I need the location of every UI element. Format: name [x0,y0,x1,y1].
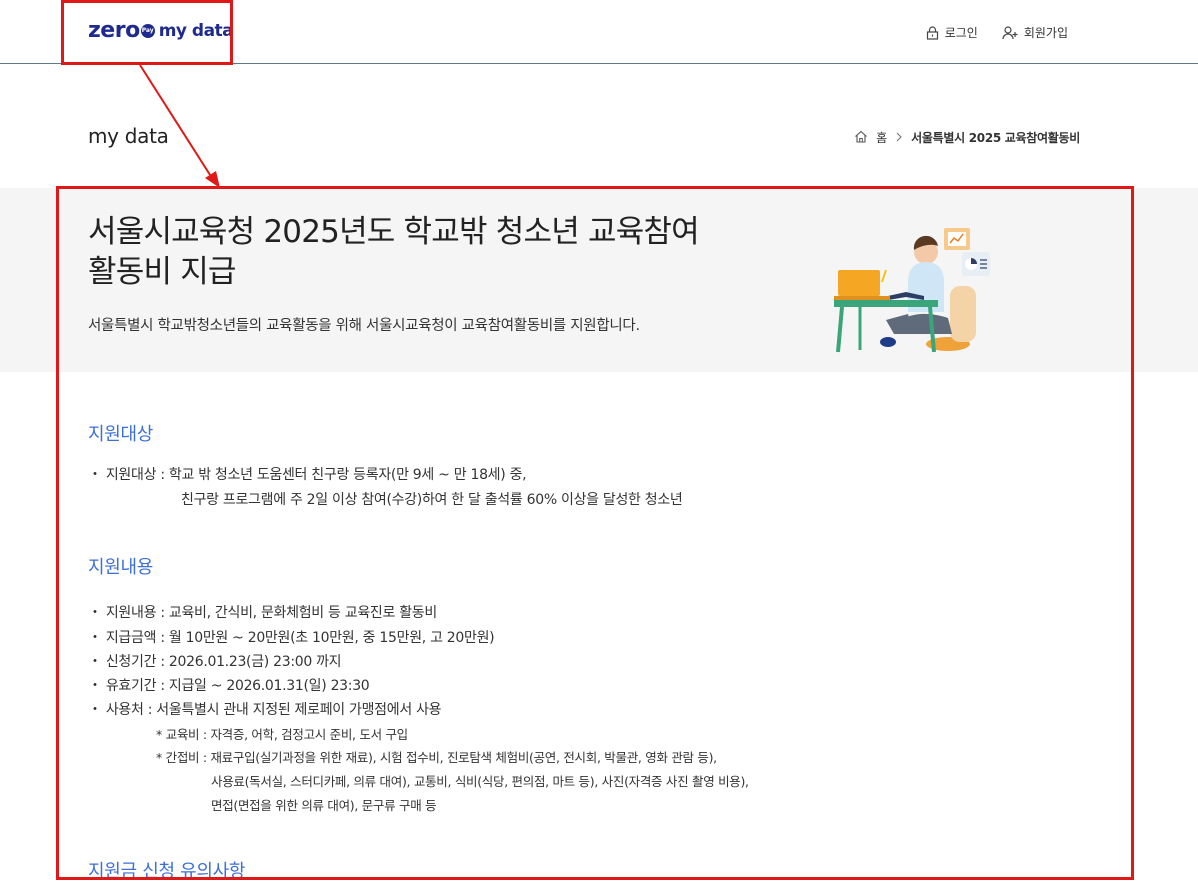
lock-icon [926,25,939,40]
user-plus-icon [1002,25,1018,40]
annotation-box-logo [61,0,233,65]
page-title: my data [88,124,169,148]
login-link[interactable]: 로그인 [926,24,978,41]
breadcrumb-current: 서울특별시 2025 교육참여활동비 [911,131,1080,145]
breadcrumb: 홈 서울특별시 2025 교육참여활동비 [854,129,1080,146]
login-label: 로그인 [944,26,978,40]
signup-link[interactable]: 회원가입 [1002,24,1068,41]
chevron-right-icon [895,131,903,145]
home-icon[interactable] [854,130,868,146]
header-links: 로그인 회원가입 [926,24,1068,41]
breadcrumb-home[interactable]: 홈 [876,129,887,146]
signup-label: 회원가입 [1023,26,1068,40]
annotation-box-content [56,186,1134,880]
